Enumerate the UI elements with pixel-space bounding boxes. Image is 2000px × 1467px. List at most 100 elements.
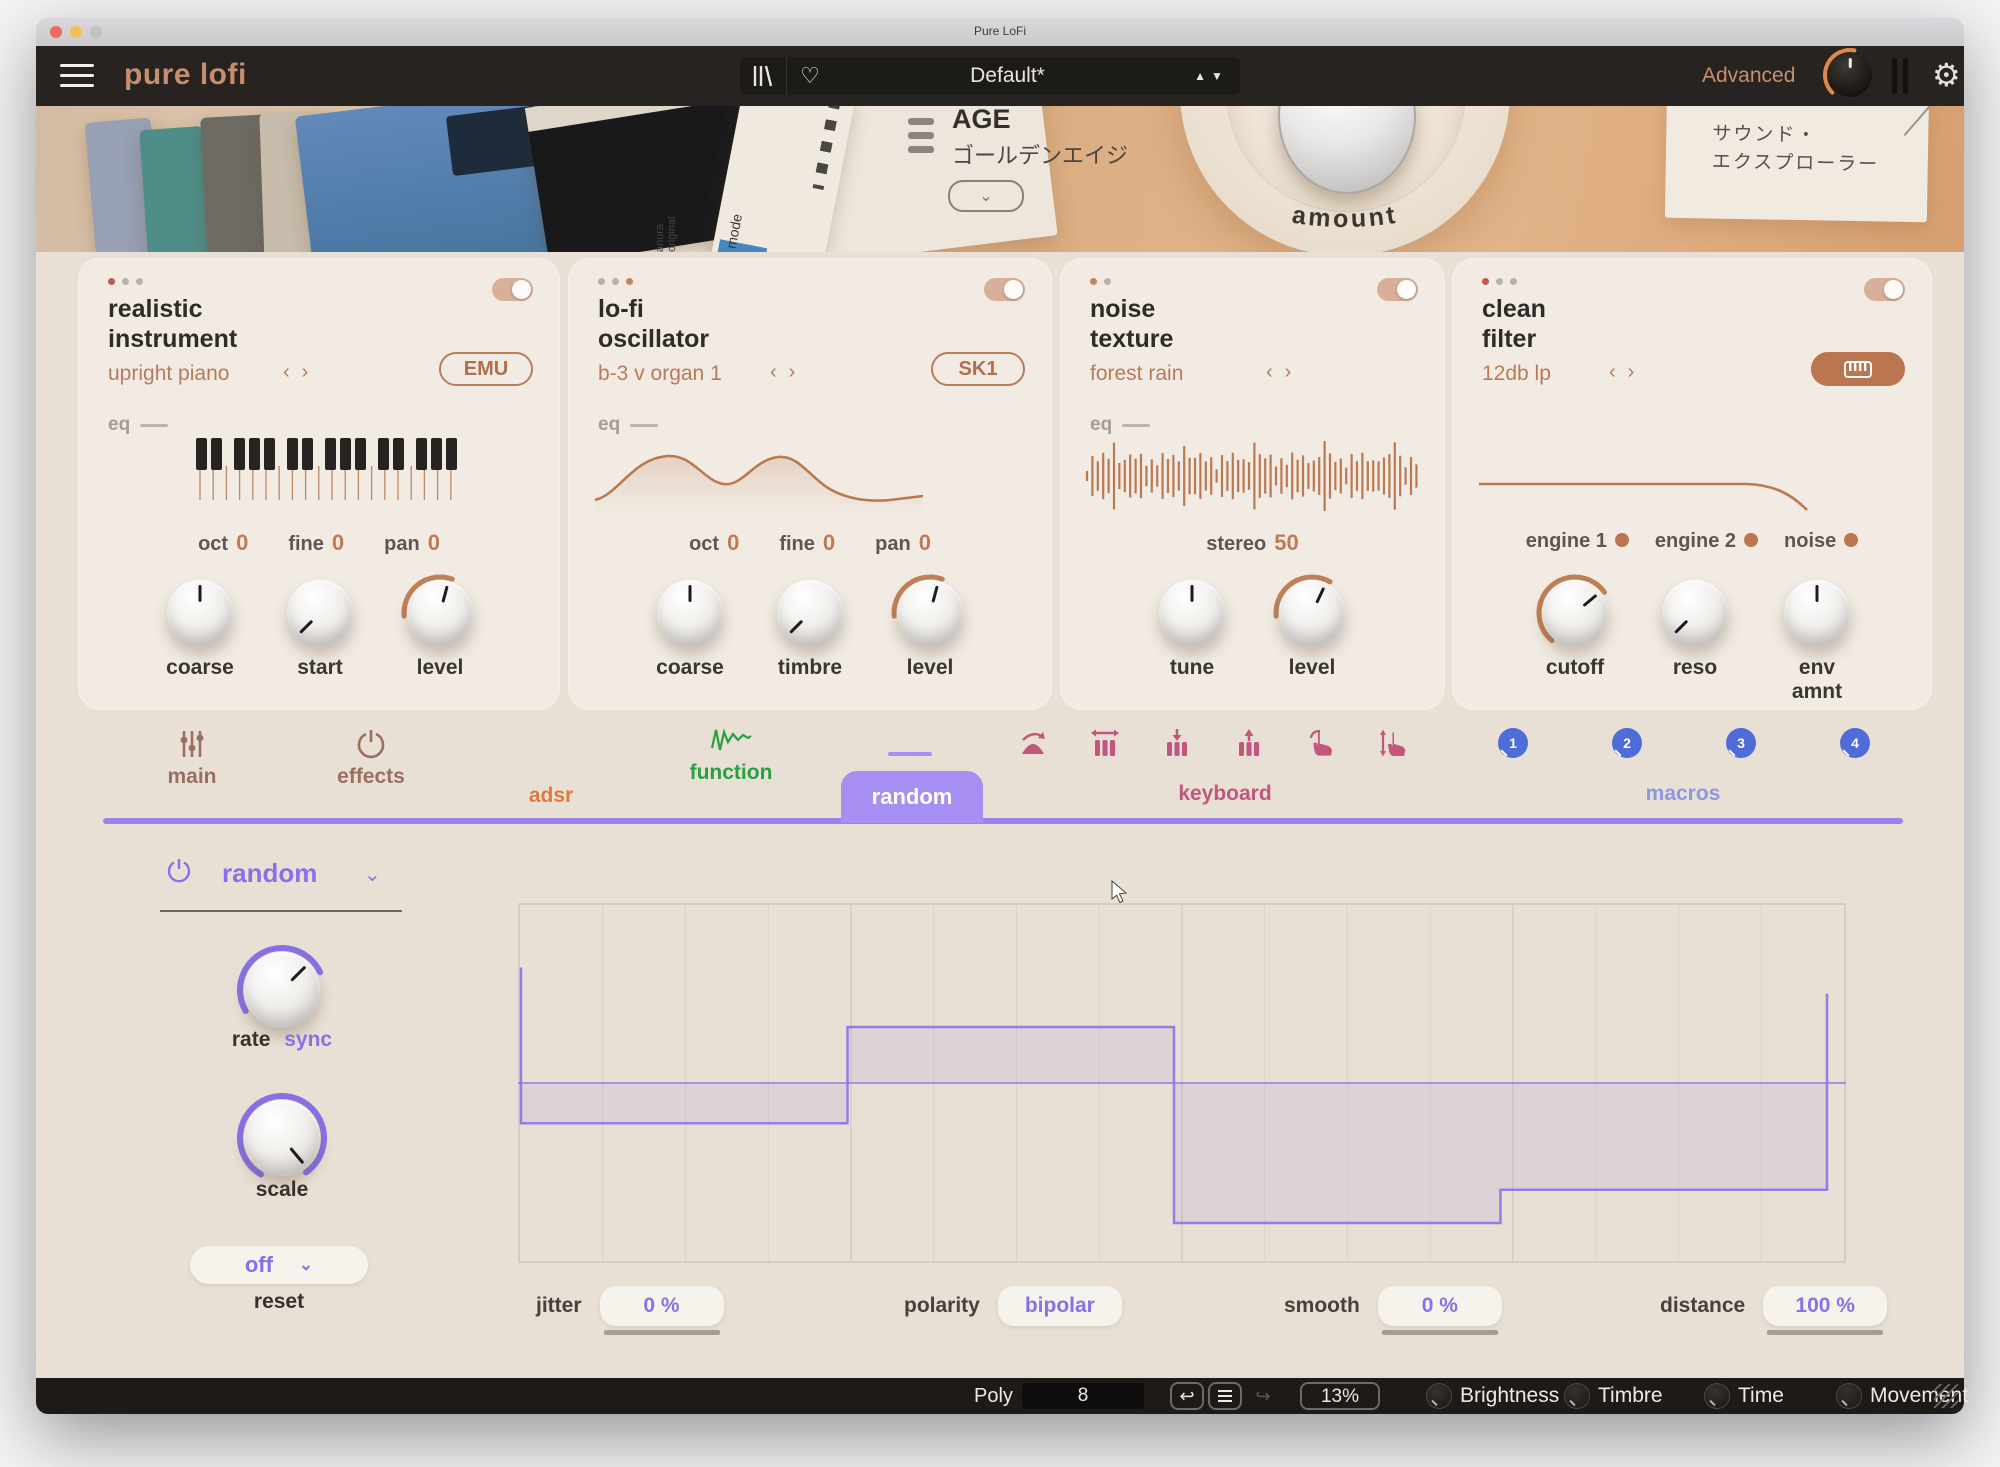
chevron-down-icon[interactable]: ⌄ [364,862,381,887]
undo-button[interactable]: ↩ [1170,1382,1204,1410]
eq-control[interactable]: eq [598,414,658,436]
tab-main[interactable]: main [142,728,242,789]
poly-value-input[interactable]: 8 [1022,1383,1144,1409]
reso-knob[interactable]: reso [1653,580,1737,680]
page-dots[interactable] [108,278,143,285]
distance-param: distance 100 % [1660,1286,1887,1326]
preset-nav-arrows[interactable]: ‹› [1609,361,1646,384]
history-list-button[interactable] [1208,1382,1242,1410]
macro-3-icon[interactable]: 3 [1726,728,1756,758]
amount-label-curved: amount [1180,190,1510,252]
scale-knob[interactable] [222,1100,342,1176]
coarse-knob[interactable]: coarse [648,580,732,680]
tab-adsr[interactable]: adsr [501,728,601,808]
random-power-icon[interactable] [166,858,192,884]
timbre-knob[interactable]: timbre [768,580,852,680]
engine-badge-button[interactable]: SK1 [931,352,1025,386]
preset-prev-next-arrows[interactable]: ▲▼ [1182,69,1240,83]
module-enable-toggle[interactable] [984,278,1025,301]
macos-titlebar: Pure LoFi [36,18,1964,46]
slide-up-down-icon[interactable] [1378,728,1408,758]
preset-name[interactable]: Default* [833,64,1182,88]
level-knob[interactable]: level [888,580,972,680]
keyboard-icon [1844,361,1872,378]
jitter-param: jitter 0 % [536,1286,724,1326]
macro-time[interactable]: Time [1704,1378,1784,1414]
page-dots[interactable] [598,278,633,285]
filter-curve-graphic [1477,480,1812,516]
level-knob[interactable]: level [1270,580,1354,680]
app-logo: pure lofi [124,58,247,92]
engine-badge-button[interactable]: EMU [439,352,533,386]
preset-banner-artwork: ゴールデン fx mode anura original AGE ゴールデンエイ… [36,106,1964,252]
start-knob[interactable]: start [278,580,362,680]
module-realistic-instrument: realisticinstrument upright piano ‹› EMU… [78,258,560,710]
macro-brightness[interactable]: Brightness [1426,1378,1559,1414]
noise-waveform-graphic [1082,436,1422,516]
level-knob[interactable]: level [398,580,482,680]
library-icon[interactable] [740,57,787,95]
menu-icon[interactable] [60,64,94,88]
favorite-heart-icon[interactable]: ♡ [787,57,833,95]
macro-4-icon[interactable]: 4 [1840,728,1870,758]
keys-release-up-icon[interactable] [1234,728,1264,758]
advanced-link[interactable]: Advanced [1702,64,1795,88]
env-amount-knob[interactable]: env amnt [1775,580,1859,704]
preset-nav-arrows[interactable]: ‹› [770,361,807,384]
random-mode-select[interactable]: random [222,858,317,889]
tab-effects[interactable]: effects [321,728,421,789]
polarity-value[interactable]: bipolar [998,1286,1122,1326]
tab-random[interactable]: random [841,771,983,823]
module-preset-name[interactable]: b-3 v organ 1 [598,362,722,386]
rate-knob[interactable] [222,952,342,1028]
keytrack-badge-button[interactable] [1811,352,1905,386]
window-resize-handle[interactable] [1934,1384,1958,1408]
time-knob[interactable] [1704,1383,1730,1409]
page-dots[interactable] [1482,278,1517,285]
cutoff-knob[interactable]: cutoff [1533,580,1617,680]
module-enable-toggle[interactable] [1864,278,1905,301]
redo-button[interactable]: ↪ [1246,1382,1280,1410]
reset-label: reset [219,1290,339,1314]
tab-macros[interactable]: macros [1633,782,1733,806]
banner-expand-button[interactable]: ⌄ [948,180,1024,212]
preset-nav-arrows[interactable]: ‹› [283,361,320,384]
master-volume-knob[interactable] [1828,53,1872,97]
page-dots[interactable] [1090,278,1111,285]
brightness-knob[interactable] [1426,1383,1452,1409]
module-preset-name[interactable]: upright piano [108,362,229,386]
aftertouch-icon[interactable] [1306,728,1336,758]
keys-left-right-icon[interactable] [1090,728,1120,758]
preset-nav-arrows[interactable]: ‹› [1266,361,1303,384]
eq-control[interactable]: eq [1090,414,1150,436]
keys-press-down-icon[interactable] [1162,728,1192,758]
movement-knob[interactable] [1836,1383,1862,1409]
reset-mode-dropdown[interactable]: off ⌄ [190,1246,368,1284]
settings-gear-icon[interactable]: ⚙ [1932,56,1961,94]
smooth-value[interactable]: 0 % [1378,1286,1502,1326]
module-preset-name[interactable]: 12db lp [1482,362,1551,386]
timbre-knob[interactable] [1564,1383,1590,1409]
coarse-knob[interactable]: coarse [158,580,242,680]
tune-knob[interactable]: tune [1150,580,1234,680]
zoom-level-button[interactable]: 13% [1300,1382,1380,1410]
macro-1-icon[interactable]: 1 [1498,728,1528,758]
module-enable-toggle[interactable] [1377,278,1418,301]
module-lofi-oscillator: lo-fioscillator b-3 v organ 1 ‹› SK1 eq … [568,258,1052,710]
tab-function[interactable]: function [681,722,781,785]
module-enable-toggle[interactable] [492,278,533,301]
macro-icons: 1 2 3 4 [1498,728,1870,758]
module-noise-texture: noisetexture forest rain ‹› eq stereo50 … [1060,258,1445,710]
pitch-bend-icon[interactable] [1018,728,1048,758]
module-title: noisetexture [1090,294,1173,354]
tab-keyboard[interactable]: keyboard [1175,782,1275,806]
jitter-value[interactable]: 0 % [600,1286,724,1326]
module-preset-name[interactable]: forest rain [1090,362,1183,386]
eq-control[interactable]: eq [108,414,168,436]
rate-sync-labels[interactable]: rate sync [222,1028,342,1052]
macro-timbre[interactable]: Timbre [1564,1378,1663,1414]
random-step-graph[interactable] [518,903,1846,1263]
divider [160,910,402,912]
macro-2-icon[interactable]: 2 [1612,728,1642,758]
distance-value[interactable]: 100 % [1763,1286,1887,1326]
